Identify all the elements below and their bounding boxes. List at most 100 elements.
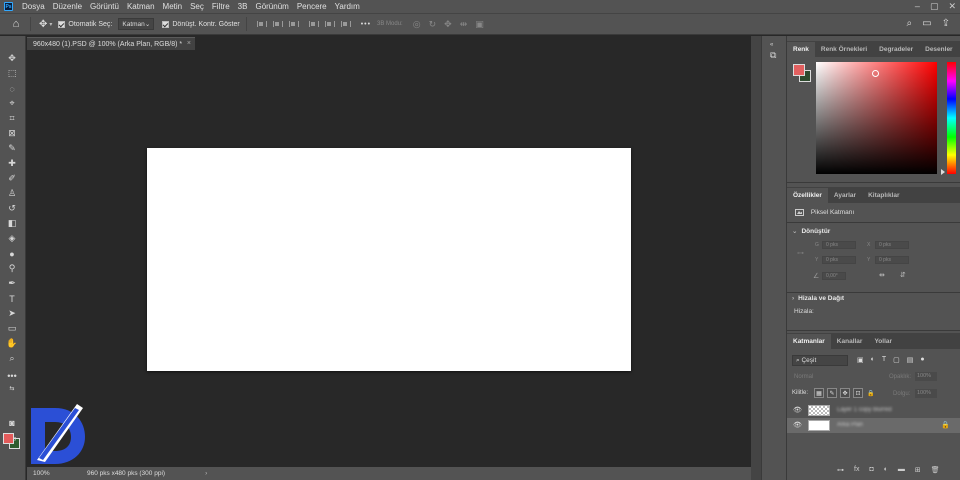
tab-gradients[interactable]: Degradeler bbox=[873, 42, 919, 57]
align-bottom-icon[interactable] bbox=[340, 19, 351, 29]
close-icon[interactable]: × bbox=[187, 40, 191, 47]
tab-color[interactable]: Renk bbox=[787, 42, 815, 57]
menu-type[interactable]: Metin bbox=[159, 2, 187, 11]
opacity-field[interactable]: 100% bbox=[915, 372, 937, 381]
angle-field[interactable]: 0,00° bbox=[822, 272, 846, 280]
y-field[interactable]: 0 pks bbox=[875, 256, 909, 264]
align-horizontal-center-icon[interactable] bbox=[272, 19, 283, 29]
adjustment-layer-icon[interactable]: ◐ bbox=[884, 466, 888, 474]
shape-tool-icon[interactable]: ▭ bbox=[5, 322, 19, 335]
hue-slider[interactable] bbox=[947, 62, 956, 174]
transform-controls-checkbox[interactable] bbox=[162, 20, 170, 28]
tab-properties[interactable]: Özellikler bbox=[787, 188, 828, 203]
lasso-tool-icon[interactable]: ◌ bbox=[5, 82, 19, 95]
quick-mask-icon[interactable]: ◙ bbox=[5, 416, 19, 429]
align-right-icon[interactable] bbox=[288, 19, 299, 29]
x-field[interactable]: 0 pks bbox=[875, 241, 909, 249]
width-field[interactable]: 0 pks bbox=[822, 241, 856, 249]
marquee-tool-icon[interactable]: ⬚ bbox=[5, 67, 19, 80]
more-tools-icon[interactable]: ••• bbox=[5, 369, 19, 382]
chevron-right-icon[interactable]: › bbox=[165, 470, 207, 477]
collapse-icon[interactable]: « bbox=[770, 42, 773, 48]
layer-filter-dropdown[interactable]: ⌕ Çeşit bbox=[792, 355, 848, 366]
brush-tool-icon[interactable]: ✐ bbox=[5, 172, 19, 185]
add-mask-icon[interactable]: ◘ bbox=[869, 466, 873, 474]
dodge-tool-icon[interactable]: ⚲ bbox=[5, 262, 19, 275]
foreground-color-swatch[interactable] bbox=[793, 64, 805, 76]
canvas-workspace[interactable] bbox=[27, 51, 751, 467]
maximize-icon[interactable]: ▢ bbox=[930, 1, 939, 12]
menu-image[interactable]: Görüntü bbox=[86, 2, 123, 11]
frame-tool-icon[interactable]: ⊠ bbox=[5, 127, 19, 140]
move-tool-icon[interactable]: ✥ bbox=[39, 19, 47, 30]
height-field[interactable]: 0 pks bbox=[822, 256, 856, 264]
history-brush-tool-icon[interactable]: ↺ bbox=[5, 202, 19, 215]
document-tab[interactable]: 960x480 (1).PSD @ 100% (Arka Plan, RGB/8… bbox=[27, 37, 195, 50]
transform-section[interactable]: ⌄ Dönüştür bbox=[792, 227, 830, 235]
history-panel-icon[interactable]: ⧉ bbox=[770, 50, 776, 61]
eye-icon[interactable]: 👁 bbox=[793, 406, 802, 414]
eyedropper-tool-icon[interactable]: ✎ bbox=[5, 142, 19, 155]
new-group-icon[interactable]: ▬ bbox=[898, 466, 905, 474]
more-options-icon[interactable]: ••• bbox=[361, 21, 371, 28]
chevron-down-icon[interactable]: ▾ bbox=[49, 21, 52, 28]
lock-all-icon[interactable]: 🔒 bbox=[866, 388, 876, 398]
minimize-icon[interactable]: – bbox=[915, 1, 920, 12]
menu-select[interactable]: Seç bbox=[186, 2, 208, 11]
menu-3d[interactable]: 3B bbox=[234, 2, 252, 11]
align-top-icon[interactable] bbox=[308, 19, 319, 29]
tab-patterns[interactable]: Desenler bbox=[919, 42, 958, 57]
fx-icon[interactable]: fx bbox=[854, 466, 859, 474]
blur-tool-icon[interactable]: ● bbox=[5, 247, 19, 260]
link-icon[interactable]: ⊶ bbox=[797, 249, 804, 257]
new-layer-icon[interactable]: ⊞ bbox=[915, 466, 921, 474]
tab-paths[interactable]: Yollar bbox=[868, 334, 898, 349]
lock-artboard-icon[interactable]: ⊡ bbox=[853, 388, 863, 398]
menu-window[interactable]: Pencere bbox=[293, 2, 331, 11]
tab-channels[interactable]: Kanallar bbox=[831, 334, 869, 349]
layer-row[interactable]: 👁 Arka Plan 🔒 bbox=[787, 418, 960, 433]
slide-3d-icon[interactable]: ⇹ bbox=[460, 19, 468, 30]
auto-select-checkbox[interactable] bbox=[58, 20, 66, 28]
menu-file[interactable]: Dosya bbox=[18, 2, 49, 11]
clone-stamp-tool-icon[interactable]: ♙ bbox=[5, 187, 19, 200]
lock-transparency-icon[interactable]: ▦ bbox=[814, 388, 824, 398]
path-selection-tool-icon[interactable]: ➤ bbox=[5, 307, 19, 320]
auto-select-dropdown[interactable]: Katman ⌄ bbox=[118, 18, 155, 30]
tab-adjustments[interactable]: Ayarlar bbox=[828, 188, 862, 203]
roll-3d-icon[interactable]: ↻ bbox=[429, 19, 437, 30]
swap-colors-icon[interactable]: ⇆ bbox=[5, 382, 19, 395]
layer-name[interactable]: Arka Plan bbox=[837, 422, 863, 428]
layer-row[interactable]: 👁 Layer 1 copy blurred bbox=[787, 403, 960, 418]
filter-adjustment-icon[interactable]: ◐ bbox=[871, 356, 875, 364]
lock-position-icon[interactable]: ✥ bbox=[840, 388, 850, 398]
orbit-3d-icon[interactable]: ◎ bbox=[413, 19, 421, 30]
document-canvas[interactable] bbox=[147, 148, 631, 371]
eye-icon[interactable]: 👁 bbox=[793, 421, 802, 429]
align-vertical-center-icon[interactable] bbox=[324, 19, 335, 29]
crop-tool-icon[interactable]: ⌗ bbox=[5, 112, 19, 125]
pen-tool-icon[interactable]: ✒ bbox=[5, 277, 19, 290]
home-icon[interactable]: ⌂ bbox=[8, 18, 24, 30]
color-picker-field[interactable] bbox=[816, 62, 937, 174]
menu-view[interactable]: Görünüm bbox=[251, 2, 292, 11]
paint-bucket-tool-icon[interactable]: ◈ bbox=[5, 232, 19, 245]
delete-layer-icon[interactable]: 🗑 bbox=[931, 466, 940, 474]
share-icon[interactable]: ⇪ bbox=[942, 18, 950, 29]
blend-mode-dropdown[interactable]: Normal bbox=[792, 372, 850, 382]
foreground-color-swatch[interactable] bbox=[3, 433, 14, 444]
lock-image-icon[interactable]: ✎ bbox=[827, 388, 837, 398]
zoom-tool-icon[interactable]: ⌕ bbox=[5, 352, 19, 365]
menu-filter[interactable]: Filtre bbox=[208, 2, 234, 11]
fill-field[interactable]: 100% bbox=[915, 389, 937, 398]
pan-3d-icon[interactable]: ✥ bbox=[444, 19, 452, 30]
filter-type-icon[interactable]: T bbox=[882, 356, 886, 364]
hue-slider-handle[interactable] bbox=[941, 169, 945, 175]
flip-vertical-icon[interactable]: ⇵ bbox=[900, 271, 906, 279]
filter-smart-object-icon[interactable]: ▤ bbox=[907, 356, 914, 364]
type-tool-icon[interactable]: T bbox=[5, 292, 19, 305]
flip-horizontal-icon[interactable]: ⇹ bbox=[879, 271, 885, 279]
healing-brush-tool-icon[interactable]: ✚ bbox=[5, 157, 19, 170]
color-picker-cursor[interactable] bbox=[872, 70, 879, 77]
menu-layer[interactable]: Katman bbox=[123, 2, 159, 11]
